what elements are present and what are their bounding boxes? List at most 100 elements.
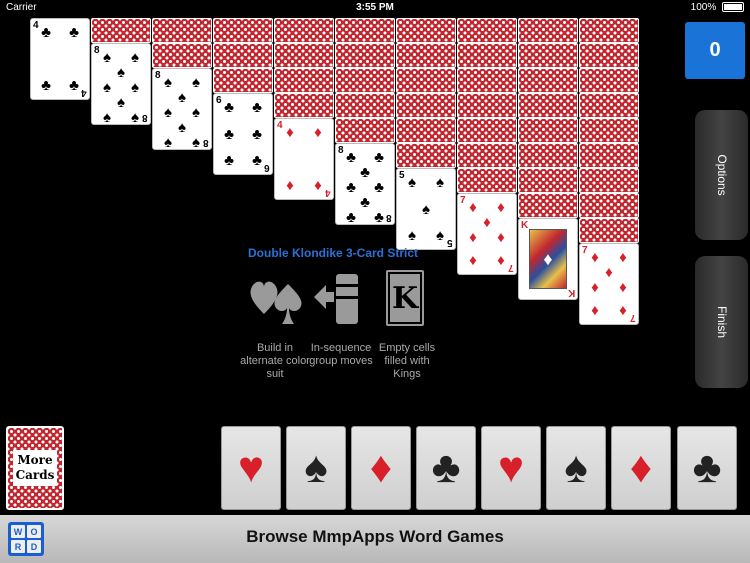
foundation-pile[interactable]: ♣ [416,426,476,510]
spade-icon: ♠ [304,443,328,492]
suit-pip: ♠ [408,174,416,191]
card-back [518,193,578,218]
card-back [457,118,517,143]
suit-pip: ♠ [164,134,172,150]
tableau-card[interactable]: 8 8 ♣ ♣ ♣ ♣ ♣ ♣ ♣ ♣ [335,143,395,225]
suit-pip: ♣ [224,152,234,169]
battery-icon [722,2,744,13]
card-back [335,93,395,118]
tableau-card[interactable]: 5 5 ♠ ♠ ♠ ♠ ♠ [396,168,456,250]
suit-pip: ♠ [131,109,139,125]
logo-letter: D [27,540,41,553]
card-back [152,18,212,43]
suit-pip: ♣ [374,209,384,225]
suit-pip: ♣ [69,24,79,41]
suit-pip: ♦ [497,229,505,246]
suit-pip: ♣ [224,99,234,116]
battery-indicator: 100% [691,2,744,13]
suit-pip: ♠ [117,64,125,81]
card-back [518,118,578,143]
suit-pip: ♦ [286,177,294,194]
rule-alternate-color: Build in alternate color suit [240,342,310,380]
card-back [335,118,395,143]
card-back [457,68,517,93]
card-pips: ♠ ♠ ♠ ♠ ♠ ♠ ♠ ♠ [100,50,142,124]
card-back [579,218,639,243]
card-rank: 8 [142,112,148,123]
stock-label-line2: Cards [15,468,55,482]
card-back [396,118,456,143]
foundation-pile[interactable]: ♠ [546,426,606,510]
card-back [579,118,639,143]
suit-pip: ♠ [192,104,200,121]
suit-pip: ♠ [436,174,444,191]
suit-pip: ♠ [117,94,125,111]
foundation-pile[interactable]: ♥ [221,426,281,510]
card-back [274,93,334,118]
diamond-icon: ♦ [629,443,653,492]
suit-pip: ♦ [469,252,477,269]
suit-pip: ♠ [103,79,111,96]
spade-icon: ♠ [564,443,588,492]
tableau-card[interactable]: 4 4 ♣ ♣ ♣ ♣ [30,18,90,100]
card-back [274,18,334,43]
card-back [274,68,334,93]
card-back [213,43,273,68]
card-pips: ♦ ♦ ♦ ♦ [283,125,325,193]
suit-pip: ♦ [497,252,505,269]
tableau-card[interactable]: 8 8 ♠ ♠ ♠ ♠ ♠ ♠ ♠ ♠ [91,43,151,125]
options-button[interactable]: Options [695,110,748,240]
score-display: 0 [685,22,745,79]
card-rank: 8 [203,137,209,148]
card-rank: K [567,287,575,298]
card-back [396,18,456,43]
finish-label: Finish [714,305,729,339]
tableau-card[interactable]: K K ♦ [518,218,578,300]
tableau-card[interactable]: 4 4 ♦ ♦ ♦ ♦ [274,118,334,200]
foundation-pile[interactable]: ♦ [351,426,411,510]
heart-icon: ♥ [497,443,525,492]
word-logo-icon[interactable]: W O R D [8,522,44,556]
foundation-pile[interactable]: ♥ [481,426,541,510]
suit-pip: ♣ [252,125,262,143]
card-rank: 8 [386,212,392,223]
suit-pip: ♣ [252,152,262,169]
suit-pip: ♠ [408,227,416,244]
foundation-pile[interactable]: ♣ [677,426,737,510]
suit-pip: ♠ [178,119,186,136]
suit-pip: ♠ [178,89,186,106]
logo-letter: W [11,525,25,538]
tableau-card[interactable]: 7 7 ♦ ♦ ♦ ♦ ♦ ♦ ♦ [457,193,517,275]
card-rank: 5 [399,170,405,181]
tableau-card[interactable]: 8 8 ♠ ♠ ♠ ♠ ♠ ♠ ♠ ♠ [152,68,212,150]
card-back [91,18,151,43]
status-bar: Carrier 3:55 PM 100% [0,0,750,16]
card-rank: 6 [264,162,270,173]
foundation-pile[interactable]: ♠ [286,426,346,510]
options-label: Options [714,154,729,196]
suit-pip: ♦ [605,264,613,281]
logo-letter: R [11,540,25,553]
card-rank: K [521,220,529,231]
suit-pip: ♣ [346,209,356,225]
card-back [518,143,578,168]
card-rank: 8 [155,70,161,81]
card-back [579,168,639,193]
card-rank: 7 [630,312,636,323]
finish-button[interactable]: Finish [695,256,748,388]
word-games-banner[interactable]: Browse MmpApps Word Games [0,515,750,563]
card-back [396,43,456,68]
more-cards-stock[interactable]: More Cards [6,426,64,510]
tableau-card[interactable]: 6 6 ♣ ♣ ♣ ♣ ♣ ♣ [213,93,273,175]
card-back [457,168,517,193]
diamond-icon: ♦ [369,443,393,492]
suit-pip: ♠ [436,227,444,244]
card-back [335,43,395,68]
tableau-card[interactable]: 7 7 ♦ ♦ ♦ ♦ ♦ ♦ ♦ [579,243,639,325]
battery-percent: 100% [690,2,717,13]
banner-title: Browse MmpApps Word Games [246,527,504,546]
card-rank: 7 [582,245,588,256]
foundation-pile[interactable]: ♦ [611,426,671,510]
suit-pip: ♠ [164,104,172,121]
card-rank: 5 [447,237,453,248]
